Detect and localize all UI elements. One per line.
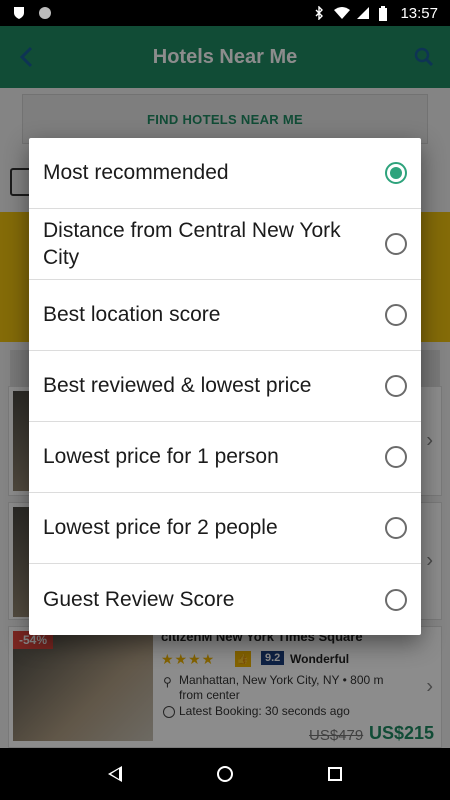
status-bar: 13:57 [0, 0, 450, 26]
radio-button[interactable] [385, 375, 407, 397]
sort-option-most-recommended[interactable]: Most recommended [29, 138, 421, 209]
circle-notification-icon [38, 6, 52, 20]
sort-option-lowest-price-1-person[interactable]: Lowest price for 1 person [29, 422, 421, 493]
status-time: 13:57 [400, 4, 438, 22]
sort-option-distance[interactable]: Distance from Central New York City [29, 209, 421, 280]
nav-recents-icon[interactable] [328, 767, 343, 781]
bluetooth-icon [312, 5, 326, 21]
signal-icon [356, 6, 370, 20]
radio-button[interactable] [385, 446, 407, 468]
sort-option-best-reviewed-lowest-price[interactable]: Best reviewed & lowest price [29, 351, 421, 422]
sort-option-label: Guest Review Score [43, 587, 235, 611]
radio-button[interactable] [385, 233, 407, 255]
nav-home-icon[interactable] [216, 766, 233, 782]
battery-icon [378, 6, 392, 21]
sort-option-label: Best reviewed & lowest price [43, 374, 312, 398]
radio-button-selected[interactable] [385, 162, 407, 184]
radio-button[interactable] [385, 517, 407, 539]
sort-options-dialog: Most recommended Distance from Central N… [29, 138, 421, 635]
radio-button[interactable] [385, 588, 407, 611]
wifi-icon [334, 6, 351, 20]
sort-option-label: Most recommended [43, 161, 229, 185]
sort-option-label: Lowest price for 1 person [43, 445, 279, 469]
radio-button[interactable] [385, 304, 407, 326]
system-nav-bar [0, 748, 450, 800]
radio-dot [390, 167, 402, 179]
sort-option-label: Best location score [43, 303, 221, 327]
sort-option-guest-review-score[interactable]: Guest Review Score [29, 564, 421, 635]
sort-option-location-score[interactable]: Best location score [29, 280, 421, 351]
nav-back-icon[interactable] [107, 766, 122, 782]
sort-option-label: Distance from Central New York City [43, 218, 341, 269]
sort-option-lowest-price-2-people[interactable]: Lowest price for 2 people [29, 493, 421, 564]
shield-notification-icon [12, 6, 26, 20]
sort-option-label: Lowest price for 2 people [43, 516, 278, 540]
